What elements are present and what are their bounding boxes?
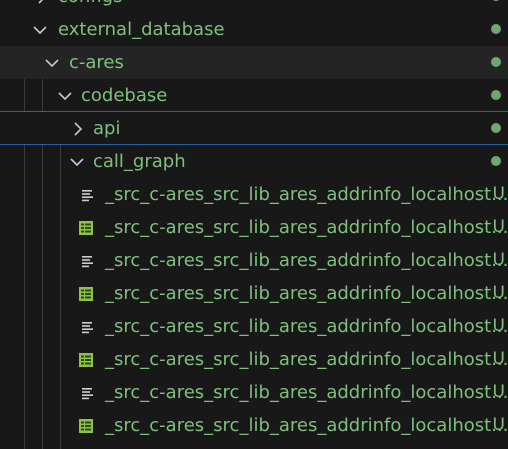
tree-item-configs[interactable]: configs bbox=[0, 0, 508, 13]
chevron-down-icon bbox=[32, 13, 48, 46]
status-dot bbox=[491, 90, 501, 100]
file-explorer-tree: configs external_database c-ares codebas… bbox=[0, 0, 508, 449]
file-item[interactable]: _src_c-ares_src_lib_ares_addrinfo_localh… bbox=[0, 409, 508, 442]
tree-item-api[interactable]: api bbox=[0, 111, 508, 145]
file-item[interactable]: _src_c-ares_src_lib_ares_addrinfo_localh… bbox=[0, 310, 508, 343]
file-name: _src_c-ares_src_lib_ares_addrinfo_localh… bbox=[105, 217, 508, 238]
table-icon bbox=[79, 287, 93, 301]
table-icon bbox=[79, 419, 93, 433]
status-dot bbox=[491, 123, 501, 133]
file-name: _src_c-ares_src_lib_ares_addrinfo_localh… bbox=[105, 184, 508, 205]
file-item[interactable]: _src_c-ares_src_lib_ares_addrinfo_localh… bbox=[0, 244, 508, 277]
tree-item-label: call_graph bbox=[93, 151, 186, 172]
status-dot bbox=[491, 156, 501, 166]
file-item[interactable]: _src_c-ares_src_lib_ares_addrinfo_localh… bbox=[0, 211, 508, 244]
tree-item-label: c-ares bbox=[69, 52, 124, 73]
tree-item-call-graph[interactable]: call_graph bbox=[0, 145, 508, 178]
text-lines-icon bbox=[82, 322, 93, 334]
git-status-badge: U bbox=[492, 283, 505, 303]
chevron-right-icon bbox=[70, 112, 86, 145]
git-status-badge: U bbox=[492, 349, 505, 369]
tree-item-external-database[interactable]: external_database bbox=[0, 13, 508, 46]
tree-item-label: codebase bbox=[81, 85, 168, 106]
chevron-down-icon bbox=[44, 46, 60, 79]
file-name: _src_c-ares_src_lib_ares_addrinfo_localh… bbox=[105, 283, 508, 304]
table-icon bbox=[79, 221, 93, 235]
tree-item-codebase[interactable]: codebase bbox=[0, 79, 508, 112]
file-item[interactable]: _src_c-ares_src_lib_ares_addrinfo_localh… bbox=[0, 376, 508, 409]
status-dot bbox=[491, 24, 501, 34]
chevron-down-icon bbox=[69, 145, 85, 178]
text-lines-icon bbox=[82, 388, 93, 400]
tree-item-c-ares[interactable]: c-ares bbox=[0, 46, 508, 79]
chevron-down-icon bbox=[57, 79, 73, 112]
text-lines-icon bbox=[82, 190, 93, 202]
file-name: _src_c-ares_src_lib_ares_addrinfo_localh… bbox=[105, 316, 508, 337]
text-lines-icon bbox=[82, 256, 93, 268]
file-name: _src_c-ares_src_lib_ares_addrinfo_localh… bbox=[105, 349, 508, 370]
file-item[interactable]: _src_c-ares_src_lib_ares_addrinfo_localh… bbox=[0, 178, 508, 211]
tree-item-label: configs bbox=[58, 0, 122, 13]
git-status-badge: U bbox=[492, 184, 505, 204]
file-name: _src_c-ares_src_lib_ares_addrinfo_localh… bbox=[105, 415, 508, 436]
table-icon bbox=[79, 353, 93, 367]
file-item[interactable]: _src_c-ares_src_lib_ares_addrinfo_localh… bbox=[0, 343, 508, 376]
git-status-badge: U bbox=[492, 382, 505, 402]
git-status-badge: U bbox=[492, 217, 505, 237]
status-dot bbox=[491, 57, 501, 67]
git-status-badge: U bbox=[492, 250, 505, 270]
tree-item-label: api bbox=[93, 118, 121, 139]
status-dot bbox=[491, 0, 501, 1]
chevron-right-icon bbox=[34, 0, 50, 13]
git-status-badge: U bbox=[492, 316, 505, 336]
file-name: _src_c-ares_src_lib_ares_addrinfo_localh… bbox=[105, 250, 508, 271]
git-status-badge: U bbox=[492, 415, 505, 435]
file-name: _src_c-ares_src_lib_ares_addrinfo_localh… bbox=[105, 382, 508, 403]
file-item[interactable]: _src_c-ares_src_lib_ares_addrinfo_localh… bbox=[0, 277, 508, 310]
tree-item-label: external_database bbox=[58, 19, 225, 40]
